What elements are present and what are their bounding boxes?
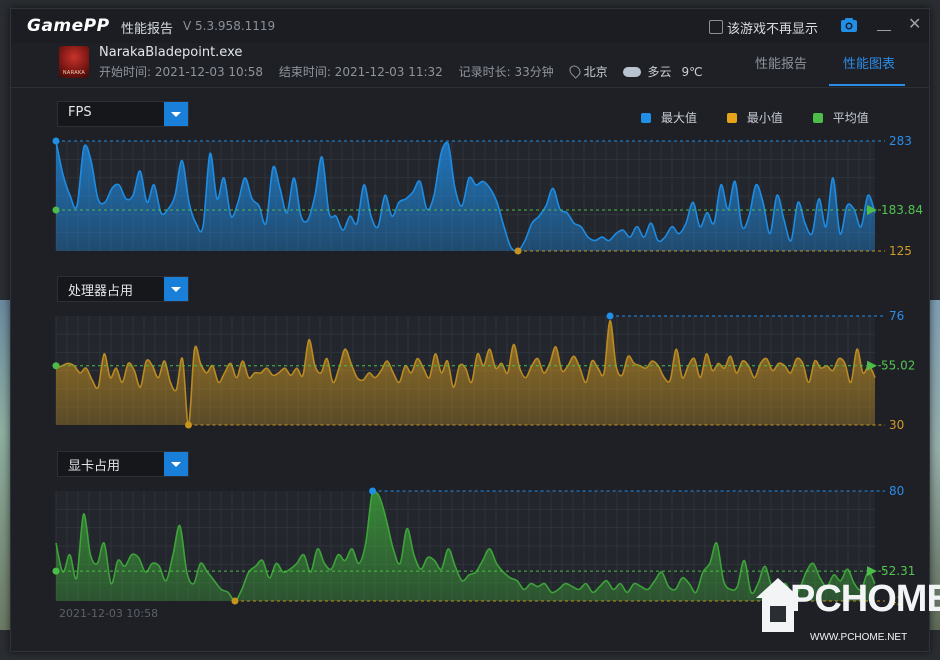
watermark-url: WWW.PCHOME.NET [810, 632, 908, 643]
avg-marker [52, 567, 60, 575]
performance-report-window: GamePP 性能报告 V 5.3.958.1119 该游戏不再显示 ✕ NAR… [10, 8, 930, 652]
gpu-usage-chart: 8052.3142 [52, 484, 915, 608]
pchome-watermark: PCHOME WWW.PCHOME.NET [752, 574, 940, 650]
max-marker [369, 487, 377, 495]
watermark-text: PCHOME [790, 578, 940, 620]
min-marker [231, 597, 239, 605]
chart-start-timestamp: 2021-12-03 10:58 [59, 607, 159, 620]
max-value-label: 80 [889, 484, 904, 498]
